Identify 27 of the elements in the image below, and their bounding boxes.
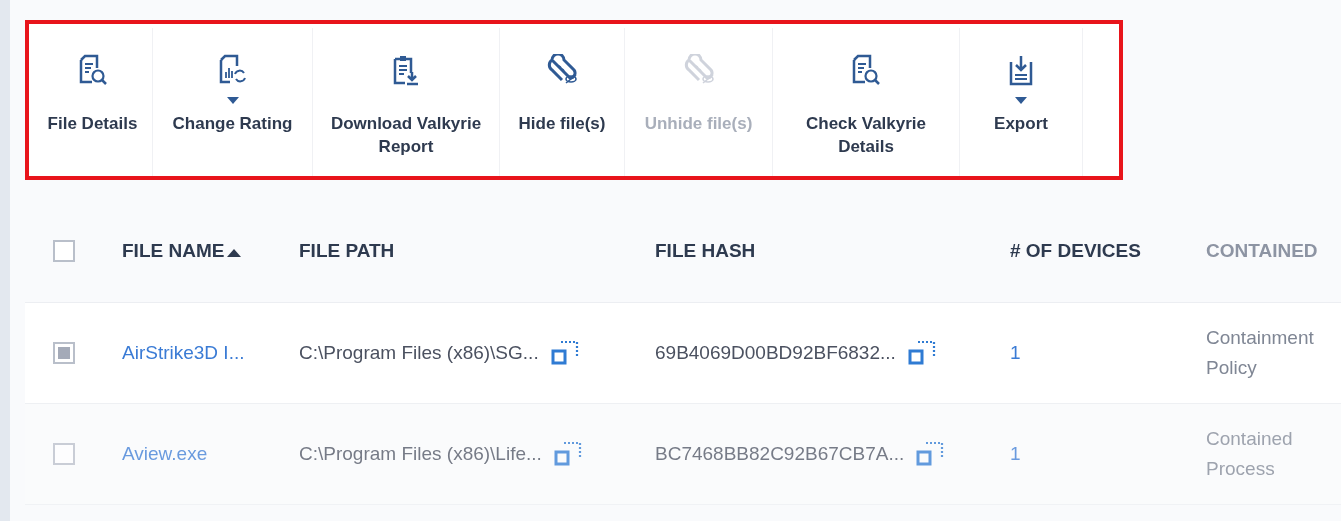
contained-by-cell-text: Contained Process xyxy=(1206,427,1294,481)
copy-icon[interactable] xyxy=(907,339,938,367)
document-search-icon xyxy=(851,54,881,86)
file-path-cell: C:\Program Files (x86)\Life... xyxy=(299,443,542,465)
file-name-link[interactable]: AirStrike3D I... xyxy=(122,342,245,364)
column-header[interactable]: FILE NAME xyxy=(122,240,242,262)
bandage-hidden-icon xyxy=(546,54,578,86)
column-header[interactable]: FILE HASH xyxy=(655,240,756,262)
contained-by-cell-text: Containment Policy xyxy=(1206,326,1315,380)
row-checkbox[interactable] xyxy=(53,342,75,364)
document-refresh-icon xyxy=(217,54,248,86)
select-all-checkbox[interactable] xyxy=(53,240,75,262)
file-hash-cell: BC7468BB82C92B67CB7A... xyxy=(655,443,905,465)
copy-icon[interactable] xyxy=(553,440,584,468)
caret-icon xyxy=(226,96,239,104)
clipboard-download-icon xyxy=(391,54,421,86)
column-header[interactable]: FILE PATH xyxy=(299,240,395,262)
file-path-cell: C:\Program Files (x86)\SG... xyxy=(299,342,539,364)
column-header[interactable]: # OF DEVICES xyxy=(1010,240,1141,262)
document-search-icon xyxy=(77,54,108,86)
device-count-link[interactable]: 1 xyxy=(1010,342,1021,364)
copy-icon[interactable] xyxy=(550,339,581,367)
sort-ascending-icon xyxy=(227,249,242,257)
caret-icon xyxy=(1015,96,1027,104)
bandage-hidden-icon xyxy=(682,54,715,86)
row-checkbox[interactable] xyxy=(53,443,75,465)
file-hash-cell: 69B4069D00BD92BF6832... xyxy=(655,342,896,364)
